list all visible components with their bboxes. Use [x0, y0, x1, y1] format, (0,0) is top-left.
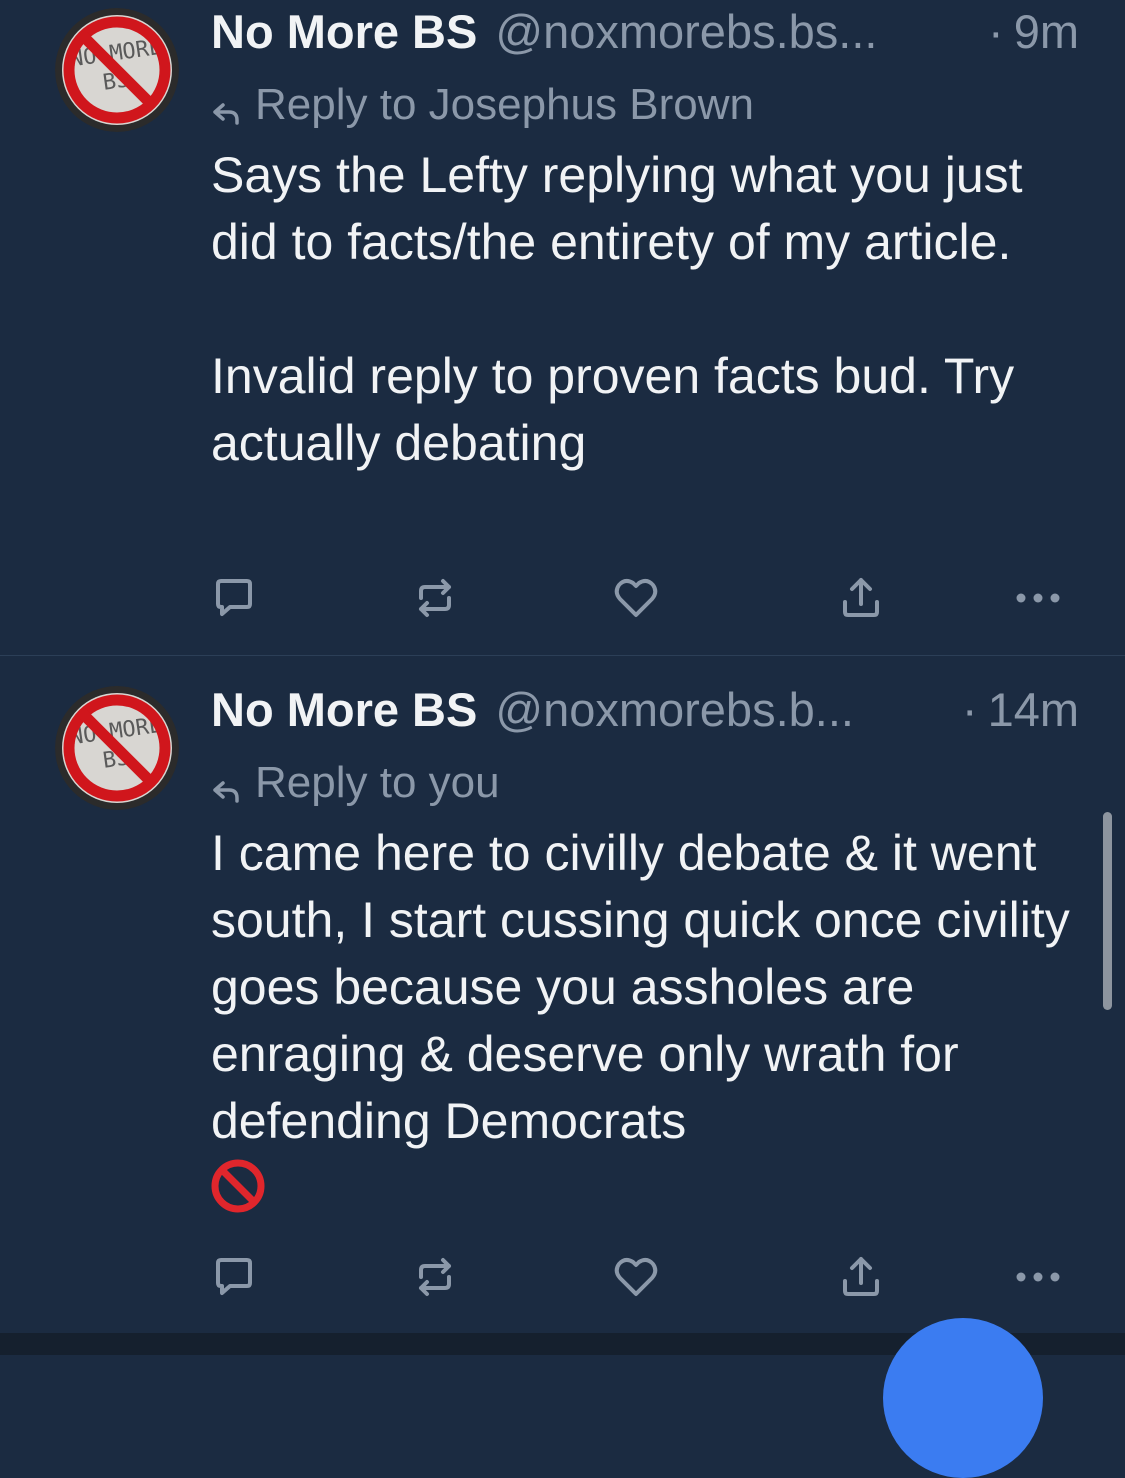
heart-icon — [614, 1257, 658, 1296]
heart-icon — [614, 578, 658, 617]
post-header: No More BS @noxmorebs.bs... · 9m — [211, 4, 1079, 64]
repost-button[interactable] — [400, 563, 470, 633]
prohibited-emoji-icon — [211, 1159, 265, 1213]
no-more-bs-logo: NO MORE BS — [55, 8, 179, 132]
post-feed: NO MORE BS No More BS @noxmorebs.bs... ·… — [0, 0, 1125, 1333]
post-header: No More BS @noxmorebs.b... · 14m — [211, 682, 1079, 742]
post-body-text: I came here to civilly debate & it went … — [211, 820, 1091, 1222]
reply-to-name[interactable]: you — [429, 758, 500, 808]
reply-button[interactable] — [199, 563, 269, 633]
post-actions — [190, 1242, 1090, 1312]
share-icon — [843, 1257, 879, 1296]
reply-arrow-icon — [211, 768, 241, 803]
reply-icon — [216, 1258, 252, 1295]
post-item[interactable]: NO MORE BS No More BS @noxmorebs.bs... ·… — [0, 0, 1125, 655]
like-button[interactable] — [601, 563, 671, 633]
user-handle[interactable]: @noxmorebs.b... — [495, 682, 944, 737]
repost-button[interactable] — [400, 1242, 470, 1312]
share-button[interactable] — [826, 1242, 896, 1312]
display-name[interactable]: No More BS — [211, 682, 477, 737]
vertical-scrollbar[interactable] — [1103, 812, 1112, 1010]
avatar[interactable]: NO MORE BS — [55, 686, 179, 810]
post-body-content: I came here to civilly debate & it went … — [211, 825, 1070, 1149]
reply-context[interactable]: Reply to Josephus Brown — [211, 80, 754, 130]
post-actions — [190, 563, 1090, 633]
post-timestamp[interactable]: 9m — [1014, 4, 1079, 59]
share-icon — [843, 578, 879, 617]
separator-dot: · — [961, 683, 978, 736]
reply-to-name[interactable]: Josephus Brown — [429, 80, 754, 130]
compose-fab-button[interactable] — [883, 1318, 1043, 1478]
like-button[interactable] — [601, 1242, 671, 1312]
post-timestamp[interactable]: 14m — [988, 682, 1079, 737]
post-body-text: Says the Lefty replying what you just di… — [211, 147, 1023, 471]
more-options-button[interactable] — [1003, 1242, 1073, 1312]
avatar[interactable]: NO MORE BS — [55, 8, 179, 132]
reply-context[interactable]: Reply to you — [211, 758, 500, 808]
reply-button[interactable] — [199, 1242, 269, 1312]
post-item[interactable]: NO MORE BS No More BS @noxmorebs.b... · … — [0, 656, 1125, 1333]
display-name[interactable]: No More BS — [211, 4, 477, 59]
more-options-button[interactable] — [1003, 563, 1073, 633]
more-horizontal-icon — [1016, 1272, 1060, 1282]
no-more-bs-logo: NO MORE BS — [55, 686, 179, 810]
separator-dot: · — [988, 5, 1004, 58]
repost-icon — [419, 1258, 451, 1296]
reply-arrow-icon — [211, 90, 241, 125]
repost-icon — [419, 579, 451, 617]
user-handle[interactable]: @noxmorebs.bs... — [495, 4, 970, 59]
more-horizontal-icon — [1016, 593, 1060, 603]
reply-icon — [216, 579, 252, 616]
share-button[interactable] — [826, 563, 896, 633]
reply-prefix: Reply to — [255, 758, 417, 807]
reply-prefix: Reply to — [255, 80, 417, 129]
